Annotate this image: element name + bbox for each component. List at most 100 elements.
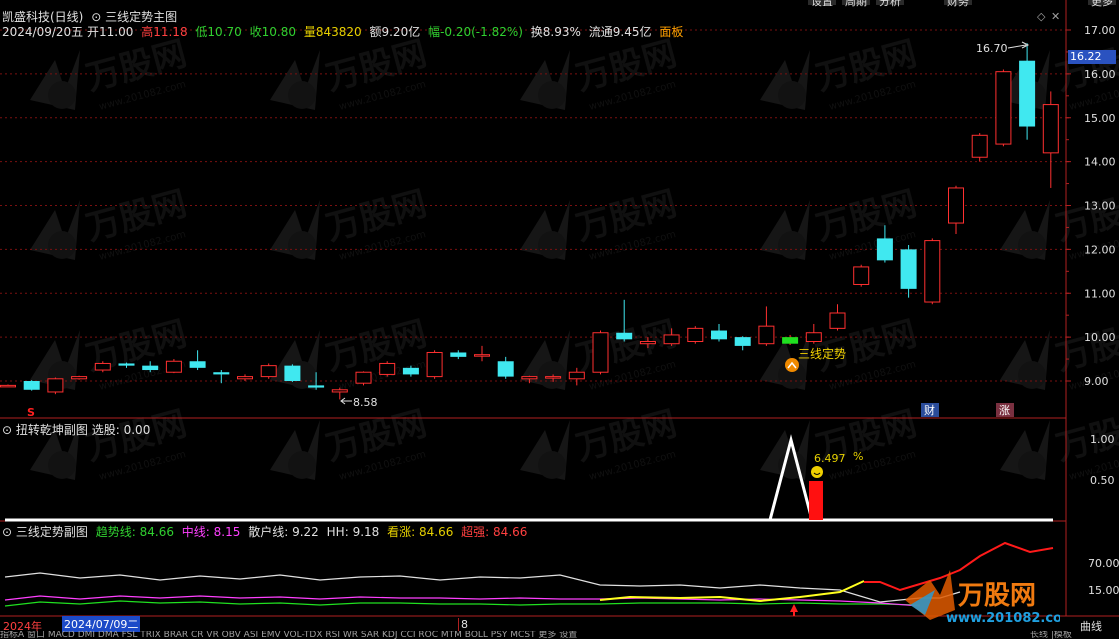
axis-tick-label: 11.00 (1084, 287, 1116, 300)
signal-icon (785, 358, 799, 372)
close-icon[interactable]: ✕ (1051, 10, 1060, 23)
bull-value: 84.66 (418, 525, 454, 539)
candle (23, 380, 40, 391)
candlestick-chart[interactable]: 万股网www.201082.com 万股网www.201082.com 万股网www… (0, 0, 1119, 639)
candle-body (402, 367, 419, 375)
sub1-title[interactable]: 扭转乾坤副图 (16, 423, 88, 437)
candle-body (497, 361, 514, 377)
watermark-tile: 万股网www.201082.com (30, 184, 191, 263)
collapse-icon[interactable]: ⊙ (91, 10, 101, 24)
sub1-pct-label: % (853, 450, 864, 463)
axis-tick-label: 13.00 (1084, 200, 1116, 213)
candle-body (900, 249, 917, 289)
close-label: 收 (249, 25, 262, 39)
sub1-chart (5, 434, 1053, 522)
mid-label: 中线: (181, 525, 210, 539)
sub1-header: ⊙ 扭转乾坤副图 选股: 0.00 (2, 421, 150, 438)
candle (971, 133, 988, 162)
watermark-tile: 万股网www.201082.com (760, 184, 921, 263)
change-value: -0.20(-1.82%) (440, 25, 523, 39)
candle-body (118, 363, 135, 366)
candle (1042, 91, 1059, 188)
volume-value: 843820 (315, 25, 362, 39)
stock-name[interactable]: 凯盛科技(日线) (2, 10, 83, 24)
float-label: 流通 (588, 25, 613, 39)
candle-body (592, 332, 609, 373)
candle (450, 350, 467, 360)
turnover-value: 8.93% (542, 25, 581, 39)
quote-row: 2024/09/20五 开11.00 高11.18 低10.70 收10.80 … (2, 23, 683, 40)
candle-body (165, 360, 182, 373)
sub2-collapse-icon[interactable]: ⊙ (2, 525, 12, 539)
trend-label: 趋势线: (95, 525, 136, 539)
brand-logo-graphic: 万股网 www.201082.com (905, 570, 1076, 626)
candle-body (1019, 60, 1036, 127)
sub2-title[interactable]: 三线定势副图 (16, 525, 88, 539)
sub1-select-label: 选股: (91, 423, 120, 437)
candle-body (924, 240, 941, 303)
turnover-label: 换 (530, 25, 543, 39)
quote-date: 2024/09/20五 (2, 25, 84, 39)
high-label: 高 (141, 25, 154, 39)
axis-tick-label: 16.00 (1084, 68, 1116, 81)
brand-logo: 万股网 www.201082.com (900, 560, 1076, 626)
right-curve-label[interactable]: 曲线 (1080, 618, 1102, 634)
watermark-tile: 万股网www.201082.com (270, 404, 431, 483)
candle-body (213, 372, 230, 375)
candle (0, 384, 16, 388)
sub1-tick-1: 1.00 (1090, 433, 1115, 446)
signal-label: 三线定势 (798, 346, 846, 361)
candle (497, 356, 514, 379)
watermark-tile: 万股网www.201082.com (520, 34, 681, 113)
candle (995, 69, 1012, 147)
sub1-tick-2: 0.50 (1090, 474, 1115, 487)
sub1-signal-bar (809, 481, 823, 520)
float-value: 9.45亿 (612, 25, 652, 39)
candle-body (616, 332, 633, 340)
strong-label: 超强: (461, 525, 490, 539)
indicator-tabs[interactable]: 指标A 窗口 MACD DMI DMA FSL TRIX BRAR CR VR … (0, 631, 1000, 639)
candle (165, 359, 182, 374)
candle (592, 330, 609, 375)
sub2-tick-1: 70.00 (1088, 557, 1119, 570)
candle (189, 350, 206, 371)
axis-tick-label: 12.00 (1084, 243, 1116, 256)
change-label: 幅 (428, 25, 441, 39)
cursor-date-box: 2024/07/09二 (62, 616, 141, 632)
candle-body (805, 332, 822, 343)
high-value: 11.18 (153, 25, 188, 39)
candle (805, 323, 822, 344)
retail-value: 9.22 (292, 525, 319, 539)
month-marker: 8 (458, 618, 468, 631)
candle (782, 334, 799, 346)
candle-body (189, 361, 206, 368)
candle (47, 377, 64, 395)
candle-body (379, 362, 396, 375)
candle-body (142, 365, 159, 371)
candle (734, 336, 751, 351)
diamond-icon[interactable]: ◇ (1037, 10, 1045, 23)
candle (853, 264, 870, 287)
sub1-collapse-icon[interactable]: ⊙ (2, 423, 12, 437)
candle-body (355, 371, 372, 384)
hh-label: HH: (326, 525, 349, 539)
candle-body (450, 352, 467, 357)
panel-button[interactable]: 面板 (659, 25, 683, 39)
candle-body (782, 337, 799, 344)
candle-body (1042, 104, 1059, 154)
candle-body (568, 371, 585, 380)
high-price-label: 16.70 (976, 42, 1008, 55)
watermark-tile: 万股网www.201082.com (30, 34, 191, 113)
candle (331, 387, 348, 400)
candle-body (995, 71, 1012, 145)
sub2-tick-2: 15.00 (1088, 584, 1119, 597)
amount-value: 9.20亿 (381, 25, 421, 39)
template-tabs[interactable]: 长线 |模板 (1030, 631, 1072, 639)
current-price-tag: 16.22 (1068, 50, 1116, 64)
candle-body (663, 334, 680, 345)
candle-body (237, 376, 253, 380)
chart-name[interactable]: 三线定势主图 (105, 10, 177, 24)
candle (426, 350, 443, 379)
candle (900, 244, 917, 298)
axis-tick-label: 15.00 (1084, 112, 1116, 125)
